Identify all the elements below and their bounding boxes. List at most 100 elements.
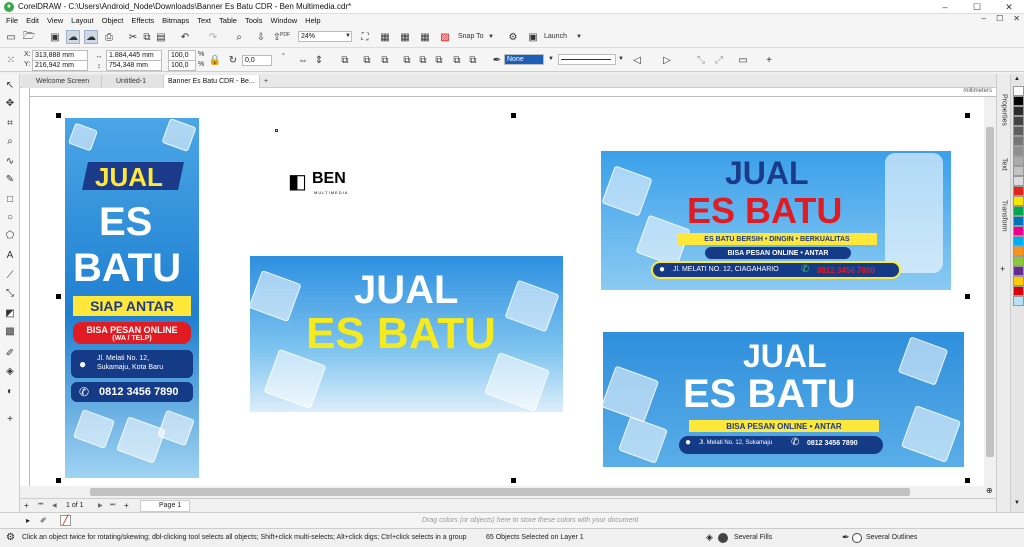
group-icon[interactable]: ⧉ [338,53,352,67]
trim-icon[interactable]: ⧉ [450,53,464,67]
full-screen-icon[interactable]: ⛶ [358,30,372,44]
add-page-after-button[interactable]: + [124,501,129,510]
dimension-tool-icon[interactable]: ⟋ [3,268,17,282]
color-swatch[interactable] [1013,136,1024,146]
zoom-level-field[interactable]: 24% [298,31,352,42]
options-icon[interactable]: ▭ [736,53,750,67]
color-swatch[interactable] [1013,236,1024,246]
color-swatch[interactable] [1013,266,1024,276]
tab-untitled-1[interactable]: Untitled-1 [102,75,164,88]
palette-scroll-down-icon[interactable]: ▼ [1014,500,1020,506]
transparency-tool-icon[interactable]: ▩ [3,324,17,338]
zoom-fit-icon[interactable]: ⊕ [986,486,993,495]
color-swatch[interactable] [1013,86,1024,96]
selection-handle-ne[interactable] [965,113,970,118]
menu-object[interactable]: Object [102,16,132,25]
selection-handle-sw[interactable] [56,478,61,483]
fill-icon[interactable]: ◈ [706,532,713,543]
maximize-button[interactable]: ☐ [962,0,992,14]
weld-icon[interactable]: ⧉ [432,53,446,67]
zoom-dropdown-arrow-icon[interactable]: ▼ [345,33,351,39]
color-swatch[interactable] [1013,106,1024,116]
vertical-scrollbar[interactable] [984,97,996,486]
ungroup-all-icon[interactable]: ⧉ [378,53,392,67]
selection-handle-w[interactable] [56,294,61,299]
mirror-vertical-icon[interactable]: ⇕ [312,53,326,67]
horizontal-scroll-thumb[interactable] [90,488,910,496]
docker-tab-text[interactable]: Text [997,158,1011,188]
menu-edit[interactable]: Edit [26,16,47,25]
interactive-fill-icon[interactable]: ◈ [3,364,17,378]
arrowhead-start-icon[interactable]: ◁ [630,53,644,67]
color-swatch[interactable] [1013,296,1024,306]
arrowhead-end-icon[interactable]: ▷ [660,53,674,67]
show-guidelines-icon[interactable]: ▦ [418,30,432,44]
freehand-tool-icon[interactable]: ∿ [3,154,17,168]
horizontal-ruler[interactable]: millimeters [30,88,996,97]
menu-window[interactable]: Window [270,16,305,25]
previous-page-button[interactable]: ◀ [52,502,57,509]
outline-width-arrow-icon[interactable]: ▼ [548,56,554,62]
save-icon[interactable]: ▣ [48,30,62,44]
smart-fill-icon[interactable]: ◐ [3,384,17,398]
selection-handle-nw[interactable] [56,113,61,118]
pen-outline-icon[interactable]: ✒ [490,53,504,67]
center-banner[interactable]: JUAL ES BATU [250,256,563,412]
shape-tool-icon[interactable]: ✥ [3,96,17,110]
copy-icon[interactable]: ⧉ [140,30,154,44]
crop-tool-icon[interactable]: ⌗ [3,116,17,130]
mirror-horizontal-icon[interactable]: ⇔ [296,53,310,67]
eyedropper-icon[interactable]: ✐ [40,516,47,525]
new-tab-button[interactable]: + [260,75,276,88]
menu-tools[interactable]: Tools [245,16,271,25]
color-swatch[interactable] [1013,276,1024,286]
menu-bitmaps[interactable]: Bitmaps [162,16,197,25]
object-origin-icon[interactable]: ⁙ [4,53,18,67]
launch-dropdown-arrow-icon[interactable]: ▼ [576,34,582,40]
color-swatch[interactable] [1013,156,1024,166]
y-position-field[interactable]: 216,942 mm [32,60,88,71]
color-swatch[interactable] [1013,226,1024,236]
ungroup-icon[interactable]: ⧉ [360,53,374,67]
paste-icon[interactable]: ▤ [154,30,168,44]
drawing-canvas[interactable]: JUAL ES BATU SIAP ANTAR BISA PESAN ONLIN… [30,97,984,486]
color-swatch[interactable] [1013,126,1024,136]
connector-tool-icon[interactable]: ⤡ [3,286,17,300]
options-gear-icon[interactable]: ⚙ [506,30,520,44]
color-swatch[interactable] [1013,146,1024,156]
snap-dropdown-arrow-icon[interactable]: ▼ [488,34,494,40]
add-page-before-button[interactable]: + [24,501,29,510]
line-style-field[interactable] [558,54,616,65]
add-docker-icon[interactable]: + [1000,264,1005,274]
vertical-scroll-thumb[interactable] [986,127,994,457]
eyedropper-tool-icon[interactable]: ✐ [3,346,17,360]
lock-ratio-icon[interactable]: 🔒 [208,53,222,67]
minimize-button[interactable]: – [930,0,960,14]
doc-minimize-button[interactable]: – [982,14,986,23]
pick-tool-icon[interactable]: ↖ [3,78,17,92]
color-swatch[interactable] [1013,216,1024,226]
vertical-ruler[interactable] [20,88,30,486]
options-app-icon[interactable]: ▨ [438,30,452,44]
docker-tab-transform[interactable]: Transform [997,200,1011,250]
doc-restore-button[interactable]: ☐ [996,14,1003,23]
doc-close-button[interactable]: ✕ [1013,14,1020,23]
horizontal-scrollbar[interactable]: ⊕ [20,486,996,498]
undo-icon[interactable]: ↶ [178,30,192,44]
menu-effects[interactable]: Effects [131,16,162,25]
zoom-tool-icon[interactable]: ⌕ [3,134,17,148]
color-swatch[interactable] [1013,186,1024,196]
next-page-button[interactable]: ▶ [98,502,103,509]
ellipse-tool-icon[interactable]: ○ [3,210,17,224]
menu-layout[interactable]: Layout [71,16,102,25]
break-apart-icon[interactable]: ⧉ [416,53,430,67]
tab-banner-es-batu[interactable]: Banner Es Batu CDR - Be... [164,75,260,88]
color-swatch[interactable] [1013,166,1024,176]
color-swatch[interactable] [1013,176,1024,186]
menu-text[interactable]: Text [197,16,219,25]
open-folder-icon[interactable]: 🗁 [22,30,36,44]
vertical-banner[interactable]: JUAL ES BATU SIAP ANTAR BISA PESAN ONLIN… [65,118,199,478]
redo-icon[interactable]: ↷ [206,30,220,44]
page-tab-1[interactable]: Page 1 [140,500,190,512]
launch-icon[interactable]: ▣ [526,30,540,44]
